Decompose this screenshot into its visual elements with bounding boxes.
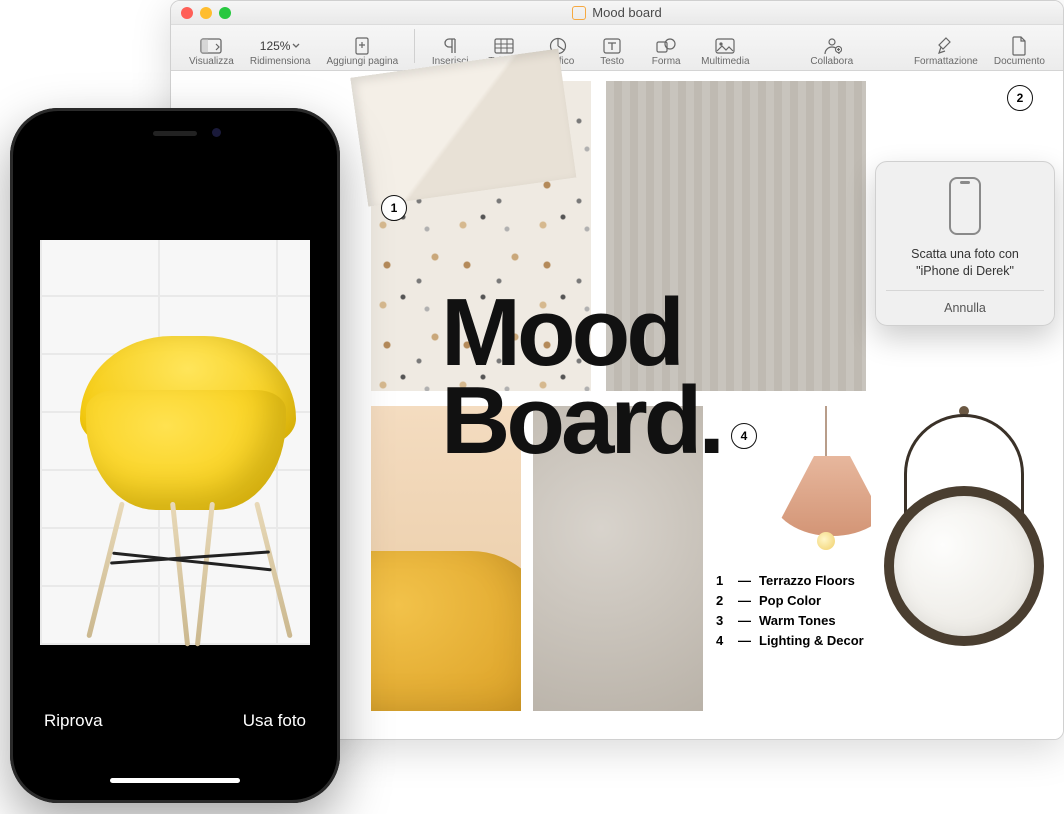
heading-line-1: Mood — [441, 289, 721, 377]
titlebar: Mood board — [171, 1, 1063, 25]
legend-list[interactable]: 1 — Terrazzo Floors 2 — Pop Color 3 — Wa… — [716, 571, 864, 652]
shape-label: Forma — [652, 56, 681, 67]
media-label: Multimedia — [701, 56, 749, 67]
iphone-notch — [95, 120, 255, 146]
add-page-button[interactable]: Aggiungi pagina — [320, 36, 404, 67]
format-brush-icon — [935, 36, 957, 56]
document-icon — [1008, 36, 1030, 56]
format-button[interactable]: Formattazione — [908, 36, 984, 67]
legend-label: Warm Tones — [759, 611, 836, 631]
popover-message: Scatta una foto con "iPhone di Derek" — [911, 246, 1019, 280]
iphone-icon — [947, 176, 983, 236]
window-title: Mood board — [171, 5, 1063, 20]
iphone-screen: Riprova Usa foto — [22, 120, 328, 791]
view-label: Visualizza — [189, 56, 234, 67]
add-page-icon — [351, 36, 373, 56]
collaborate-button[interactable]: Collabora — [804, 36, 859, 67]
home-indicator[interactable] — [110, 778, 240, 783]
camera-action-bar: Riprova Usa foto — [22, 711, 328, 731]
popover-cancel-button[interactable]: Annulla — [886, 290, 1044, 325]
document-label: Documento — [994, 56, 1045, 67]
legend-row: 3 — Warm Tones — [716, 611, 864, 631]
close-window-button[interactable] — [181, 7, 193, 19]
callout-marker-2[interactable]: 2 — [1007, 85, 1033, 111]
view-icon — [200, 36, 222, 56]
text-icon — [601, 36, 623, 56]
captured-photo-preview — [40, 240, 310, 645]
media-button[interactable]: Multimedia — [695, 36, 755, 67]
collaborate-icon — [821, 36, 843, 56]
media-icon — [714, 36, 736, 56]
document-heading[interactable]: Mood Board. — [441, 289, 721, 466]
zoom-dropdown[interactable]: 125% Ridimensiona — [244, 36, 317, 67]
front-camera-icon — [212, 128, 221, 137]
minimize-window-button[interactable] — [200, 7, 212, 19]
window-title-text: Mood board — [592, 5, 661, 20]
use-photo-button[interactable]: Usa foto — [243, 711, 306, 731]
callout-marker-1[interactable]: 1 — [381, 195, 407, 221]
zoom-label: Ridimensiona — [250, 56, 311, 67]
continuity-camera-popover: Scatta una foto con "iPhone di Derek" An… — [875, 161, 1055, 326]
view-menu-button[interactable]: Visualizza — [183, 36, 240, 67]
image-mirror[interactable] — [871, 406, 1056, 716]
toolbar-separator — [414, 29, 415, 63]
format-label: Formattazione — [914, 56, 978, 67]
legend-label: Lighting & Decor — [759, 631, 864, 651]
document-button[interactable]: Documento — [988, 36, 1051, 67]
legend-row: 2 — Pop Color — [716, 591, 864, 611]
legend-row: 4 — Lighting & Decor — [716, 631, 864, 651]
heading-line-2: Board. — [441, 377, 721, 465]
shape-icon — [655, 36, 677, 56]
legend-label: Pop Color — [759, 591, 821, 611]
collaborate-label: Collabora — [810, 56, 853, 67]
legend-row: 1 — Terrazzo Floors — [716, 571, 864, 591]
shape-button[interactable]: Forma — [641, 36, 691, 67]
callout-marker-4[interactable]: 4 — [731, 423, 757, 449]
text-button[interactable]: Testo — [587, 36, 637, 67]
photo-chair-seat — [86, 390, 286, 510]
chevron-down-icon — [292, 42, 300, 50]
speaker-icon — [153, 131, 197, 136]
window-controls — [181, 7, 231, 19]
text-label: Testo — [600, 56, 624, 67]
document-icon — [572, 6, 586, 20]
paragraph-icon — [439, 36, 461, 56]
retake-button[interactable]: Riprova — [44, 711, 103, 731]
add-page-label: Aggiungi pagina — [326, 56, 398, 67]
zoom-value: 125% — [260, 39, 291, 53]
legend-label: Terrazzo Floors — [759, 571, 855, 591]
table-icon — [493, 36, 515, 56]
iphone-device: Riprova Usa foto — [10, 108, 340, 803]
fullscreen-window-button[interactable] — [219, 7, 231, 19]
toolbar: Visualizza 125% Ridimensiona Aggiungi pa… — [171, 25, 1063, 71]
